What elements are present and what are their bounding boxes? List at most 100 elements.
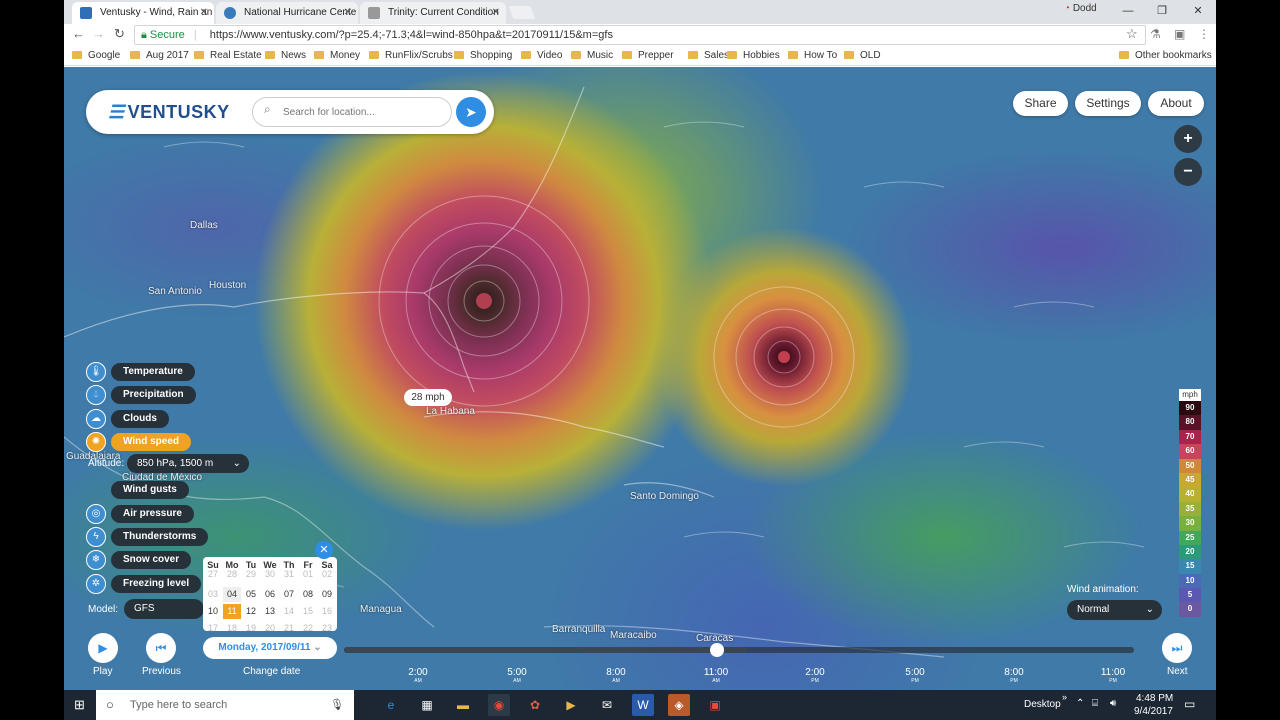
extension-icon[interactable]: ▣ <box>1174 27 1185 41</box>
store-icon[interactable]: ▦ <box>416 694 438 716</box>
next-button[interactable]: ⏭︎ <box>1162 633 1192 663</box>
calendar-day[interactable]: 09 <box>318 587 336 602</box>
calendar-day[interactable]: 13 <box>261 604 279 619</box>
layer-precipitation[interactable]: Precipitation <box>111 386 196 404</box>
close-icon[interactable]: ✕ <box>200 2 208 24</box>
minimize-icon[interactable]: — <box>1118 2 1138 20</box>
bookmark-item[interactable]: Google <box>72 50 120 61</box>
file-explorer-icon[interactable]: ▬ <box>452 694 474 716</box>
close-icon[interactable]: ✕ <box>344 2 352 24</box>
layer-air-pressure[interactable]: Air pressure <box>111 505 194 523</box>
bookmark-item[interactable]: News <box>265 50 306 61</box>
layer-temperature[interactable]: Temperature <box>111 363 195 381</box>
bookmark-item[interactable]: Music <box>571 50 613 61</box>
reload-icon[interactable]: ↻ <box>114 26 125 42</box>
cloud-icon[interactable]: ☁ <box>86 409 106 429</box>
taskbar-search[interactable]: ○ Type here to search 🎙︎ <box>96 690 354 720</box>
maximize-icon[interactable]: ❐ <box>1152 2 1172 20</box>
lightning-icon[interactable]: ϟ <box>86 527 106 547</box>
snowflake-icon[interactable]: ❄ <box>86 550 106 570</box>
media-icon[interactable]: ▶ <box>560 694 582 716</box>
volume-icon[interactable]: 🔊︎ <box>1110 698 1116 709</box>
word-icon[interactable]: W <box>632 694 654 716</box>
chevron-double-right-icon[interactable]: » <box>1062 692 1067 702</box>
freezing-icon[interactable]: ✲ <box>86 574 106 594</box>
calendar-day[interactable]: 05 <box>242 587 260 602</box>
settings-button[interactable]: Settings <box>1075 91 1141 116</box>
wind-animation-select[interactable]: Normal ⌄ <box>1067 600 1162 620</box>
bookmark-item[interactable]: Sales <box>688 50 729 61</box>
profile-badge[interactable]: ◔ Dodd <box>1064 3 1097 14</box>
layer-thunderstorms[interactable]: Thunderstorms <box>111 528 209 546</box>
layer-clouds[interactable]: Clouds <box>111 410 169 428</box>
altitude-select[interactable]: 850 hPa, 1500 m ⌄ <box>127 454 249 473</box>
calendar-day[interactable]: 10 <box>204 604 222 619</box>
window-close-icon[interactable]: ✕ <box>1188 2 1208 20</box>
zoom-out-button[interactable]: − <box>1174 158 1202 186</box>
calendar-day[interactable]: 07 <box>280 587 298 602</box>
calendar-day[interactable]: 12 <box>242 604 260 619</box>
bookmark-item[interactable]: Video <box>521 50 562 61</box>
zoom-in-button[interactable]: + <box>1174 125 1202 153</box>
extension-icon[interactable]: ⚗ <box>1150 27 1161 41</box>
chevron-up-icon[interactable]: ⌃ <box>1076 698 1084 709</box>
calendar-day[interactable]: 06 <box>261 587 279 602</box>
thermometer-icon[interactable]: 🌡︎ <box>86 362 106 382</box>
locate-me-button[interactable]: ➤ <box>456 97 486 127</box>
pressure-icon[interactable]: ◎ <box>86 504 106 524</box>
clock-time[interactable]: 4:48 PM <box>1136 693 1173 704</box>
bookmark-item[interactable]: OLD <box>844 50 881 61</box>
address-bar[interactable]: 🔒︎ Secure | https://www.ventusky.com/?p=… <box>134 25 1146 45</box>
bookmark-item[interactable]: How To <box>788 50 837 61</box>
camera-app-icon[interactable]: ◈ <box>668 694 690 716</box>
notifications-icon[interactable]: ▭ <box>1184 697 1195 711</box>
timeline-slider[interactable] <box>344 647 1134 653</box>
layer-wind-gusts[interactable]: Wind gusts <box>111 481 189 499</box>
windows-start-icon[interactable]: ⊞ <box>74 697 85 713</box>
share-button[interactable]: Share <box>1013 91 1068 116</box>
network-icon[interactable]: ⌸ <box>1092 698 1098 709</box>
layer-snow-cover[interactable]: Snow cover <box>111 551 192 569</box>
layer-wind-speed[interactable]: Wind speed <box>111 433 192 451</box>
tab-trinity[interactable]: Trinity: Current Condition ✕ <box>360 2 506 24</box>
about-button[interactable]: About <box>1148 91 1204 116</box>
app-icon[interactable]: ✿ <box>524 694 546 716</box>
edge-icon[interactable]: e <box>380 694 402 716</box>
bookmark-item[interactable]: Hobbies <box>727 50 780 61</box>
bookmark-item[interactable]: Aug 2017 <box>130 50 189 61</box>
calendar-day[interactable]: 08 <box>299 587 317 602</box>
bookmark-item[interactable]: Prepper <box>622 50 674 61</box>
model-select[interactable]: GFS <box>124 599 204 619</box>
back-icon[interactable]: ← <box>72 26 85 41</box>
close-calendar-button[interactable]: ✕ <box>315 541 333 559</box>
calendar-day-selected[interactable]: 11 <box>223 604 241 619</box>
clock-date[interactable]: 9/4/2017 <box>1134 706 1173 717</box>
previous-button[interactable]: ⏮︎ <box>146 633 176 663</box>
tab-ventusky[interactable]: Ventusky - Wind, Rain an ✕ <box>72 2 214 24</box>
other-bookmarks[interactable]: Other bookmarks <box>1119 50 1212 61</box>
wind-icon[interactable]: ✺ <box>86 432 106 452</box>
close-icon[interactable]: ✕ <box>492 2 500 24</box>
forward-icon[interactable]: → <box>92 26 105 41</box>
bookmark-item[interactable]: Money <box>314 50 360 61</box>
bookmark-item[interactable]: Shopping <box>454 50 512 61</box>
desktop-label[interactable]: Desktop <box>1024 699 1061 710</box>
app-icon[interactable]: ▣ <box>704 694 726 716</box>
new-tab-button[interactable] <box>508 6 536 19</box>
layer-freezing-level[interactable]: Freezing level <box>111 575 202 593</box>
tab-nhc[interactable]: National Hurricane Cente ✕ <box>216 2 358 24</box>
bookmark-item[interactable]: RunFlix/Scrubs <box>369 50 453 61</box>
ventusky-logo[interactable]: ☰ VENTUSKY <box>108 102 230 123</box>
weather-map[interactable]: Dallas Houston San Antonio La Habana Gua… <box>64 67 1216 690</box>
microphone-icon[interactable]: 🎙︎ <box>330 690 344 720</box>
timeline-handle[interactable] <box>710 643 724 657</box>
location-search-input[interactable] <box>252 97 452 127</box>
play-button[interactable]: ▶ <box>88 633 118 663</box>
drop-icon[interactable]: 💧︎ <box>86 385 106 405</box>
calendar-day[interactable]: 04 <box>223 587 241 602</box>
mail-icon[interactable]: ✉ <box>596 694 618 716</box>
bookmark-item[interactable]: Real Estate <box>194 50 262 61</box>
bookmark-star-icon[interactable]: ☆ <box>1126 26 1138 42</box>
menu-icon[interactable]: ⋮ <box>1198 27 1210 41</box>
selected-date-button[interactable]: Monday, 2017/09/11 ⌄ <box>203 637 337 659</box>
